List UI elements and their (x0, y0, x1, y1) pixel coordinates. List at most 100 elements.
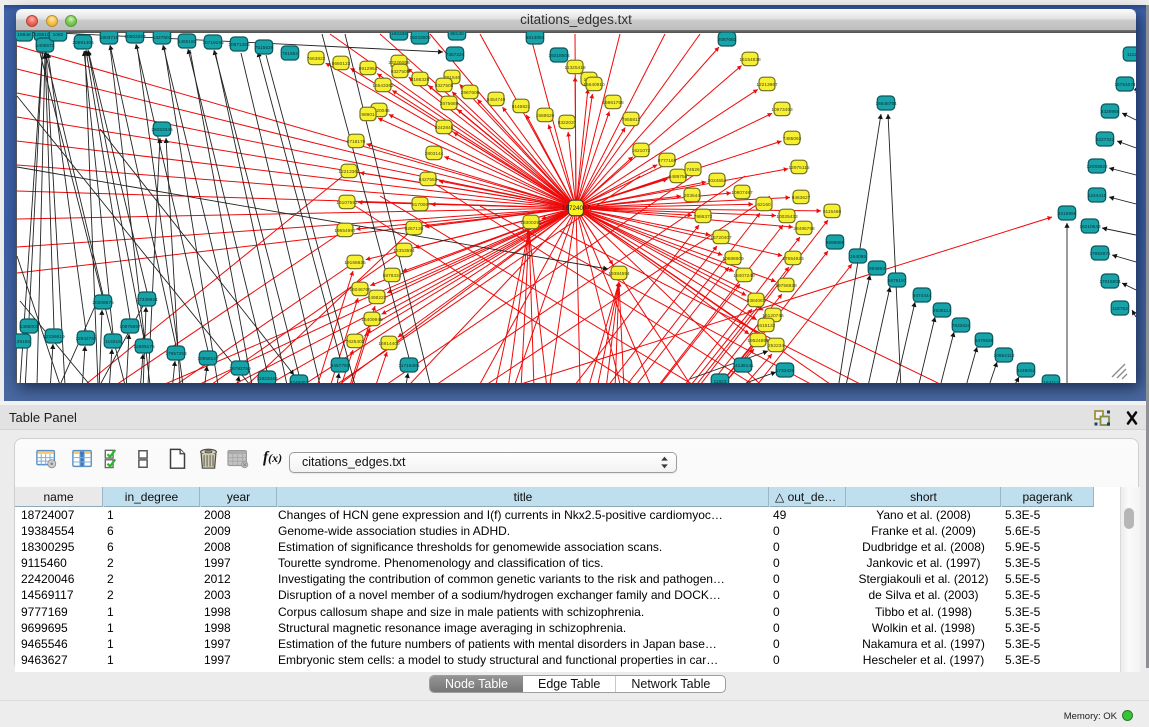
svg-text:7632621: 7632621 (952, 323, 971, 329)
svg-text:11716485: 11716485 (399, 363, 420, 369)
svg-text:15640910: 15640910 (583, 82, 605, 88)
svg-text:1733426: 1733426 (776, 368, 795, 374)
svg-text:10958127: 10958127 (197, 356, 219, 362)
svg-text:1082: 1082 (53, 32, 64, 38)
svg-text:6489756: 6489756 (669, 174, 688, 180)
svg-text:7485063: 7485063 (783, 136, 802, 142)
svg-text:11923448: 11923448 (257, 376, 278, 382)
svg-text:7625402: 7625402 (346, 339, 365, 345)
svg-text:11325419: 11325419 (565, 65, 586, 71)
svg-text:9384067: 9384067 (747, 298, 766, 304)
svg-text:1498222: 1498222 (368, 295, 387, 301)
svg-text:8186328: 8186328 (411, 77, 430, 83)
svg-text:9115460: 9115460 (823, 209, 842, 215)
svg-text:1588520: 1588520 (536, 113, 555, 119)
svg-text:164095: 164095 (850, 254, 866, 260)
svg-text:6879197: 6879197 (888, 278, 907, 284)
svg-text:17654923: 17654923 (782, 256, 804, 262)
svg-text:18407249: 18407249 (733, 273, 755, 279)
svg-text:19218506: 19218506 (548, 53, 570, 59)
svg-text:116753: 116753 (1112, 306, 1128, 312)
svg-text:8470626: 8470626 (975, 338, 994, 344)
svg-text:26053346: 26053346 (151, 127, 173, 133)
svg-text:9474444: 9474444 (913, 293, 932, 299)
svg-text:14136141: 14136141 (732, 363, 754, 369)
svg-text:164112: 164112 (1043, 380, 1059, 383)
svg-text:16782759: 16782759 (229, 366, 251, 372)
svg-text:12213363: 12213363 (338, 169, 360, 175)
svg-text:11923: 11923 (714, 379, 727, 383)
svg-text:12942757: 12942757 (75, 336, 97, 342)
svg-text:1615132: 1615132 (757, 323, 776, 329)
svg-text:2718170: 2718170 (347, 139, 366, 145)
svg-text:10973493: 10973493 (771, 107, 793, 113)
svg-text:9699695: 9699695 (826, 240, 845, 246)
svg-text:19524851: 19524851 (747, 338, 769, 344)
svg-text:16046766: 16046766 (349, 287, 371, 293)
svg-text:98901: 98901 (361, 112, 375, 118)
svg-text:10807487: 10807487 (731, 190, 753, 196)
svg-text:62160: 62160 (757, 202, 771, 208)
svg-text:7986372: 7986372 (694, 214, 713, 220)
svg-text:9457791: 9457791 (331, 363, 350, 369)
svg-text:16154838: 16154838 (739, 57, 761, 63)
svg-text:10654112: 10654112 (994, 353, 1015, 359)
svg-text:1385001: 1385001 (20, 324, 39, 330)
svg-text:2867608: 2867608 (461, 90, 480, 96)
svg-text:16914409: 16914409 (378, 341, 400, 347)
svg-text:20206576: 20206576 (92, 300, 114, 306)
svg-text:9463627: 9463627 (792, 195, 811, 201)
svg-text:10688609: 10688609 (722, 256, 744, 262)
svg-text:8454749: 8454749 (487, 97, 506, 103)
svg-text:8267130: 8267130 (405, 226, 424, 232)
svg-text:16409948: 16409948 (361, 317, 383, 323)
svg-text:9227342: 9227342 (1096, 137, 1115, 143)
svg-text:7515526: 7515526 (255, 45, 274, 51)
svg-text:1327602: 1327602 (153, 35, 172, 41)
svg-text:10653267: 10653267 (124, 34, 146, 40)
svg-text:19654987: 19654987 (334, 228, 356, 234)
svg-text:16033809: 16033809 (409, 35, 431, 41)
svg-text:15720407: 15720407 (710, 235, 732, 241)
svg-text:9242845: 9242845 (435, 125, 454, 131)
svg-text:19166825: 19166825 (344, 260, 366, 266)
svg-text:1903719: 1903719 (100, 35, 119, 41)
svg-text:88130: 88130 (450, 32, 464, 37)
svg-text:817006: 817006 (412, 202, 428, 208)
svg-text:16107553: 16107553 (336, 200, 358, 206)
svg-text:139155: 139155 (16, 339, 30, 345)
svg-text:10671355: 10671355 (228, 42, 250, 48)
svg-text:9329966: 9329966 (1101, 109, 1120, 115)
svg-text:8912954: 8912954 (359, 66, 378, 72)
svg-text:1112: 1112 (1127, 52, 1136, 58)
svg-text:8322037: 8322037 (558, 120, 577, 126)
svg-text:3875685: 3875685 (440, 101, 459, 107)
svg-text:3024554: 3024554 (708, 178, 727, 184)
svg-text:3215958: 3215958 (1058, 211, 1077, 217)
svg-text:16948: 16948 (17, 32, 31, 38)
svg-text:12505175: 12505175 (133, 344, 155, 350)
svg-text:12093822: 12093822 (1086, 164, 1108, 170)
svg-text:160338: 160338 (391, 32, 407, 37)
svg-text:17339924: 17339924 (136, 297, 158, 303)
svg-text:12156819: 12156819 (43, 334, 65, 340)
svg-text:17957253: 17957253 (165, 351, 187, 357)
svg-text:10975857: 10975857 (119, 324, 141, 330)
svg-text:17692971: 17692971 (1089, 251, 1111, 257)
svg-text:19384554: 19384554 (608, 271, 630, 277)
svg-text:751552: 751552 (282, 51, 298, 57)
svg-text:12353594: 12353594 (393, 248, 415, 254)
svg-text:8660123: 8660123 (332, 61, 351, 67)
svg-text:1405572: 1405572 (36, 43, 55, 49)
svg-text:17016504: 17016504 (1099, 279, 1121, 285)
svg-text:12975115: 12975115 (789, 165, 810, 171)
svg-text:9245062: 9245062 (290, 380, 309, 383)
svg-text:7955812: 7955812 (622, 117, 641, 123)
svg-text:9245052: 9245052 (1017, 368, 1036, 374)
svg-text:9327508: 9327508 (435, 83, 454, 89)
svg-text:8427552: 8427552 (419, 177, 438, 183)
svg-text:16961758: 16961758 (602, 100, 624, 106)
svg-text:9146821: 9146821 (512, 104, 531, 110)
svg-text:10719155: 10719155 (202, 40, 224, 46)
svg-text:15751074: 15751074 (1114, 82, 1136, 88)
